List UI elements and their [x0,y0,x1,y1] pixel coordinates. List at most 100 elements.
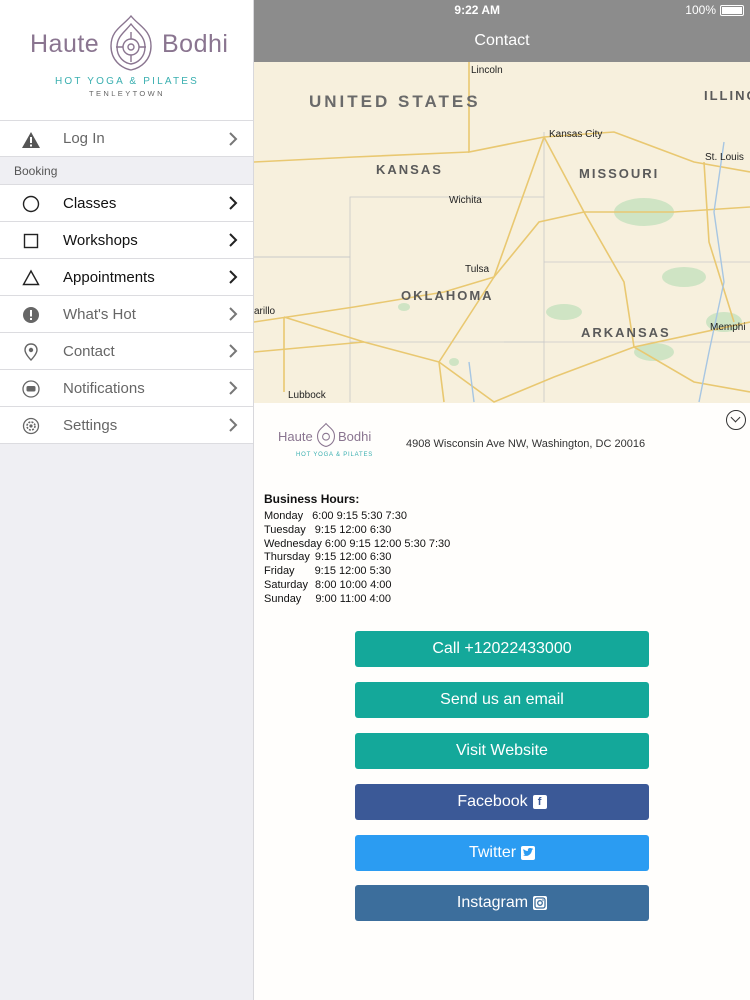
facebook-button-label: Facebook [457,793,528,810]
hours-times: 9:00 11:00 4:00 [315,592,391,605]
website-button[interactable]: Visit Website [355,733,649,769]
hours-row: Sunday 9:00 11:00 4:00 [264,593,450,607]
map-region-label: OKLAHOMA [401,288,494,303]
hours-day: Saturday [264,578,309,591]
logo-location: TENLEYTOWN [89,89,165,98]
hours-times: 9:15 12:00 6:30 [314,523,392,536]
logo-tagline: HOT YOGA & PILATES [54,76,200,87]
mandala-logo-icon [317,422,335,447]
map-region-label: UNITED STATES [309,92,481,111]
website-button-label: Visit Website [456,742,548,759]
square-icon [22,232,40,250]
card-logo-tagline: HOT YOGA & PILATES [296,452,374,458]
sidebar-item-login[interactable]: Log In [0,120,253,157]
chevron-right-icon [229,307,238,321]
chevron-right-icon [229,344,238,358]
call-button-label: Call +12022433000 [432,640,572,657]
hours-row: Monday 6:00 9:15 5:30 7:30 [264,510,450,524]
hours-day: Monday [264,510,304,522]
map-region-label: MISSOURI [579,166,660,181]
card-logo-left: Haute [278,429,313,444]
instagram-icon [533,896,548,910]
hours-times: 6:00 9:15 5:30 7:30 [312,510,407,522]
chevron-right-icon [229,418,238,432]
nav-bar: Contact [254,20,750,62]
hours-times: 9:15 12:00 5:30 [314,565,392,578]
location-pin-icon [22,343,40,361]
hours-row: Wednesday 6:00 9:15 12:00 5:30 7:30 [264,538,450,552]
status-bar: 9:22 AM 100% [254,0,750,20]
twitter-button[interactable]: Twitter [355,835,649,871]
sidebar-item-notifications[interactable]: Notifications [0,370,253,407]
email-button[interactable]: Send us an email [355,682,649,718]
map-city-label: St. Louis [705,152,744,163]
map-region-label: ARKANSAS [581,325,671,340]
logo-right-word: Bodhi [162,30,229,58]
mandala-logo-icon [110,14,152,71]
chevron-right-icon [229,196,238,210]
map-city-label: arillo [254,306,276,317]
sidebar-item-whats-hot[interactable]: What's Hot [0,296,253,333]
battery-percent: 100% [685,3,716,17]
app-root: Haute Bodhi HOT YOGA & PILATES TENLEYTOW… [0,0,750,1000]
sidebar-item-workshops[interactable]: Workshops [0,222,253,259]
hours-row: Friday 9:15 12:00 5:30 [264,565,450,579]
hours-row: Tuesday 9:15 12:00 6:30 [264,524,450,538]
sidebar-item-settings[interactable]: Settings [0,407,253,444]
hours-day: Thursday [264,551,310,564]
sidebar-item-label: Appointments [63,268,155,286]
brand-logo: Haute Bodhi HOT YOGA & PILATES TENLEYTOW… [0,0,253,120]
sidebar-item-label: Settings [63,416,118,434]
warning-icon [22,131,40,149]
map-city-label: Kansas City [549,129,603,140]
circle-icon [22,195,40,213]
sidebar-item-label: Workshops [63,231,138,249]
twitter-button-label: Twitter [468,844,517,861]
business-hours-list: Monday 6:00 9:15 5:30 7:30 Tuesday 9:15 12… [264,510,450,607]
hours-day: Wednesday [264,537,322,550]
chevron-right-icon [229,381,238,395]
sidebar-item-label: Notifications [63,379,145,397]
hours-day: Friday [264,565,295,578]
map-region-label: ILLING [704,88,750,103]
hours-times: 6:00 9:15 12:00 5:30 7:30 [324,537,451,550]
hours-times: 9:15 12:00 6:30 [314,551,392,564]
triangle-icon [22,269,40,287]
card-logo-right: Bodhi [338,429,372,444]
hours-row: Thursday 9:15 12:00 6:30 [264,551,450,565]
chevron-right-icon [229,233,238,247]
map-city-label: Lubbock [288,390,326,401]
facebook-button[interactable]: Facebook f [355,784,649,820]
email-button-label: Send us an email [440,691,564,708]
map-region-label: KANSAS [376,162,443,177]
instagram-button-label: Instagram [456,894,529,911]
section-label-booking: Booking [0,157,253,185]
page-title: Contact [474,32,530,49]
sidebar: Haute Bodhi HOT YOGA & PILATES TENLEYTOW… [0,0,254,1000]
collapse-chevron-icon[interactable] [726,410,746,430]
battery-icon [720,5,744,16]
chat-bubble-icon [22,380,40,398]
map-city-label: Tulsa [465,264,490,275]
card-brand-logo: Haute Bodhi HOT YOGA & PILATES [278,419,374,465]
map-city-label: Lincoln [471,65,503,76]
call-button[interactable]: Call +12022433000 [355,631,649,667]
sidebar-item-contact[interactable]: Contact [0,333,253,370]
hours-row: Saturday 8:00 10:00 4:00 [264,579,450,593]
gear-icon [22,417,40,435]
sidebar-item-classes[interactable]: Classes [0,185,253,222]
sidebar-item-label: What's Hot [63,305,136,323]
contact-card: Haute Bodhi HOT YOGA & PILATES 4908 Wisc… [254,403,750,1000]
exclamation-icon [22,306,40,324]
sidebar-item-label: Log In [63,130,105,147]
sidebar-item-label: Classes [63,194,117,212]
chevron-right-icon [229,132,238,146]
logo-left-word: Haute [30,30,100,58]
map-city-label: Memphi [710,322,746,333]
twitter-icon [521,846,536,860]
sidebar-item-label: Contact [63,342,115,360]
sidebar-item-appointments[interactable]: Appointments [0,259,253,296]
hours-title: Business Hours: [264,492,360,506]
hours-day: Sunday [264,592,302,605]
instagram-button[interactable]: Instagram [355,885,649,921]
